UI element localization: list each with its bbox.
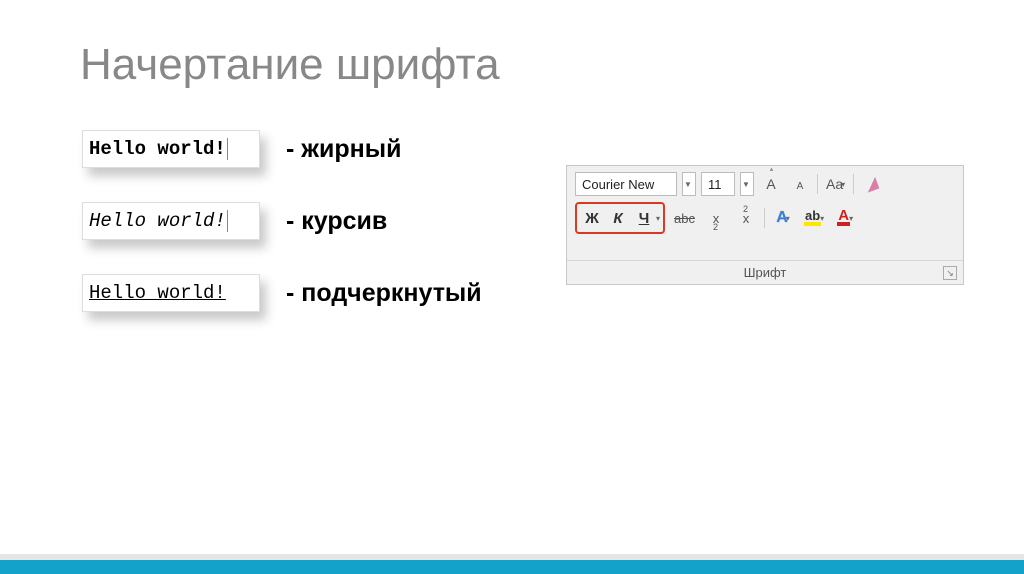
dialog-launcher-button[interactable]: ↘	[943, 266, 957, 280]
desc-italic: - курсив	[286, 207, 387, 236]
shrink-font-icon: A	[797, 181, 804, 192]
bold-italic-underline-highlight: Ж К Ч ▾	[575, 202, 665, 234]
ribbon-group-footer: Шрифт ↘	[567, 260, 963, 284]
clear-formatting-button[interactable]: ◢	[859, 172, 883, 196]
text-cursor	[227, 138, 228, 160]
bottom-accent-bar	[0, 554, 1024, 574]
desc-underline: - подчеркнутый	[286, 279, 482, 308]
chevron-down-icon: ▾	[849, 214, 853, 223]
font-color-button[interactable]: A ▾	[833, 206, 857, 230]
superscript-button[interactable]: x	[734, 206, 758, 230]
font-ribbon-group: Courier New ▼ 11 ▼ A▴ A Aa ▾ ◢ Ж К Ч ▾ a…	[566, 165, 964, 285]
ribbon-row-1: Courier New ▼ 11 ▼ A▴ A Aa ▾ ◢	[567, 166, 963, 200]
sample-text: Hello world!	[89, 282, 226, 304]
highlight-color-button[interactable]: ab ▾	[801, 206, 827, 230]
font-name-dropdown[interactable]: ▼	[682, 172, 696, 196]
italic-button[interactable]: К	[606, 206, 630, 230]
bold-button[interactable]: Ж	[580, 206, 604, 230]
grow-font-button[interactable]: A▴	[759, 172, 783, 196]
text-effects-button[interactable]: A ▾	[771, 206, 795, 230]
ribbon-row-2: Ж К Ч ▾ abc x x A ▾ ab ▾ A ▾	[567, 200, 963, 236]
chevron-down-icon: ▼	[684, 180, 692, 189]
dialog-launcher-icon: ↘	[946, 268, 954, 279]
font-name-value: Courier New	[582, 177, 654, 192]
font-size-dropdown[interactable]: ▼	[740, 172, 754, 196]
chevron-down-icon: ▾	[786, 214, 790, 223]
change-case-button[interactable]: Aa ▾	[823, 172, 848, 196]
example-row-underline: Hello world! - подчеркнутый	[82, 274, 602, 312]
highlight-icon: ab	[804, 210, 821, 226]
example-row-italic: Hello world! - курсив	[82, 202, 602, 240]
font-name-selector[interactable]: Courier New	[575, 172, 677, 196]
sample-text: Hello world!	[89, 138, 226, 160]
chevron-down-icon: ▼	[742, 180, 750, 189]
sample-italic: Hello world!	[82, 202, 260, 240]
examples-area: Hello world! - жирный Hello world! - кур…	[82, 130, 602, 346]
sample-bold: Hello world!	[82, 130, 260, 168]
ribbon-group-label: Шрифт	[744, 265, 787, 280]
underline-button[interactable]: Ч	[632, 206, 656, 230]
chevron-down-icon: ▾	[841, 180, 845, 189]
sample-underline: Hello world!	[82, 274, 260, 312]
separator	[764, 208, 765, 228]
shrink-font-button[interactable]: A	[788, 172, 812, 196]
example-row-bold: Hello world! - жирный	[82, 130, 602, 168]
font-size-selector[interactable]: 11	[701, 172, 735, 196]
caret-up-icon: ▴	[770, 165, 774, 173]
desc-bold: - жирный	[286, 135, 401, 164]
subscript-button[interactable]: x	[704, 206, 728, 230]
strikethrough-button[interactable]: abc	[671, 206, 698, 230]
font-size-value: 11	[708, 177, 722, 192]
grow-font-icon: A	[766, 176, 775, 192]
separator	[853, 174, 854, 194]
separator	[817, 174, 818, 194]
underline-dropdown[interactable]: ▾	[656, 214, 660, 223]
eraser-icon: ◢	[862, 172, 880, 195]
slide-title: Начертание шрифта	[80, 40, 500, 90]
chevron-down-icon: ▾	[820, 214, 824, 223]
text-cursor	[227, 210, 228, 232]
sample-text: Hello world!	[89, 210, 226, 232]
